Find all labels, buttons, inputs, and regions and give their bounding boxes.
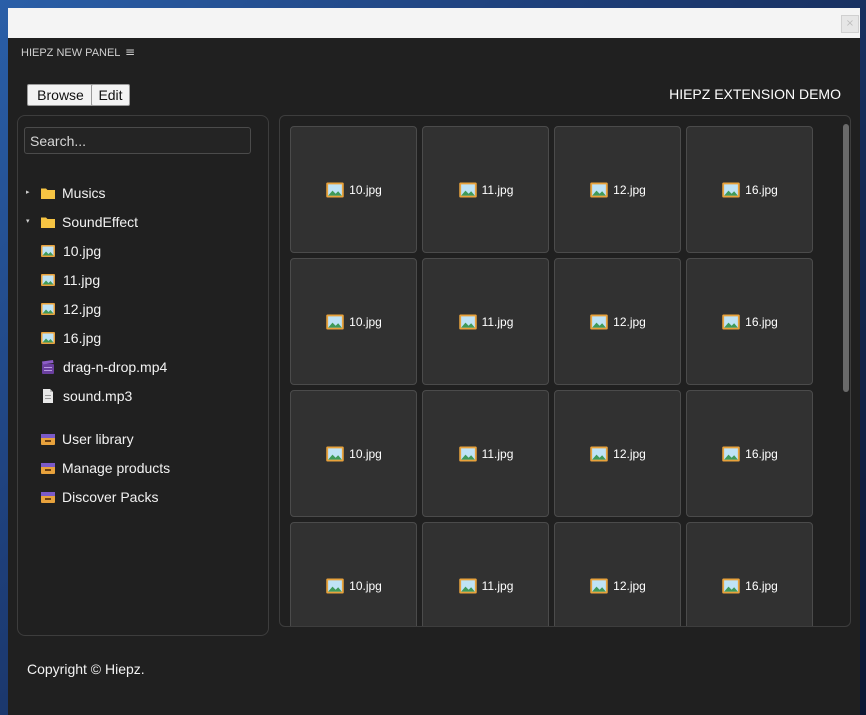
file-tile-label: 12.jpg	[613, 446, 646, 461]
search-input[interactable]	[24, 127, 251, 154]
image-file-icon	[458, 314, 477, 329]
sidebar: ▸ Musics ▾ SoundEffect 10.jpg 11.jpg 12.…	[17, 115, 269, 636]
image-file-icon	[458, 446, 477, 461]
tree-file-sound-mp3[interactable]: sound.mp3	[18, 385, 258, 407]
image-file-icon	[590, 314, 608, 329]
image-file-icon	[722, 182, 740, 197]
document-icon	[43, 389, 53, 403]
file-tile[interactable]: 10.jpg	[290, 390, 417, 517]
image-file-icon	[722, 446, 740, 461]
image-file-icon	[41, 332, 55, 344]
tree-file-12-jpg[interactable]: 12.jpg	[18, 298, 258, 320]
image-file-icon	[41, 245, 55, 257]
browse-button[interactable]: Browse	[27, 84, 94, 106]
folder-icon	[41, 217, 55, 228]
file-tile-label: 11.jpg	[481, 182, 514, 197]
file-grid-panel: 10.jpg 11.jpg 12.jpg 16.jpg 10.jpg 11.jpg 12.j…	[279, 115, 851, 627]
image-file-icon	[590, 578, 608, 593]
image-file-icon	[326, 578, 344, 593]
scrollbar-thumb[interactable]	[843, 124, 849, 392]
file-tile-label: 16.jpg	[745, 314, 778, 329]
link-discover-packs[interactable]: Discover Packs	[18, 486, 258, 508]
caret-right-icon[interactable]: ▸	[26, 188, 30, 196]
file-tile[interactable]: 11.jpg	[422, 522, 549, 626]
file-grid: 10.jpg 11.jpg 12.jpg 16.jpg 10.jpg 11.jpg 12.j…	[290, 126, 813, 626]
extension-title: HIEPZ EXTENSION DEMO	[669, 86, 841, 102]
file-tile[interactable]: 11.jpg	[422, 126, 549, 253]
file-tile-label: 16.jpg	[745, 446, 778, 461]
link-user-library[interactable]: User library	[18, 428, 258, 450]
file-tile[interactable]: 12.jpg	[554, 522, 681, 626]
box-icon	[41, 463, 55, 474]
file-tile-label: 12.jpg	[613, 182, 646, 197]
edit-button[interactable]: Edit	[91, 84, 130, 106]
file-tile-label: 10.jpg	[349, 578, 382, 593]
file-tile[interactable]: 12.jpg	[554, 258, 681, 385]
tree-folder-musics[interactable]: ▸ Musics	[18, 182, 258, 204]
box-icon	[41, 492, 55, 503]
video-file-icon	[42, 360, 54, 374]
image-file-icon	[458, 182, 477, 197]
file-tile[interactable]: 11.jpg	[422, 258, 549, 385]
file-tile-label: 12.jpg	[613, 314, 646, 329]
image-file-icon	[590, 446, 608, 461]
file-tile-label: 16.jpg	[745, 578, 778, 593]
vertical-scrollbar[interactable]	[841, 116, 850, 626]
extension-window: × HIEPZ NEW PANEL ≡ Browse Edit HIEPZ EX…	[8, 8, 860, 715]
tree-folder-soundeffect[interactable]: ▾ SoundEffect	[18, 211, 258, 233]
folder-icon	[41, 188, 55, 199]
tree-label: 10.jpg	[63, 243, 102, 259]
file-tile[interactable]: 12.jpg	[554, 390, 681, 517]
title-bar: ×	[8, 8, 860, 38]
panel-title: HIEPZ NEW PANEL	[21, 47, 121, 59]
file-tile[interactable]: 11.jpg	[422, 390, 549, 517]
file-tile[interactable]: 12.jpg	[554, 126, 681, 253]
tree-label: sound.mp3	[63, 388, 133, 404]
image-file-icon	[458, 578, 477, 593]
image-file-icon	[590, 182, 608, 197]
tree-file-10-jpg[interactable]: 10.jpg	[18, 240, 258, 262]
tree-label: 11.jpg	[63, 272, 101, 288]
image-file-icon	[326, 446, 344, 461]
image-file-icon	[722, 314, 740, 329]
file-tile-label: 11.jpg	[481, 446, 514, 461]
link-manage-products[interactable]: Manage products	[18, 457, 258, 479]
file-tile-label: 10.jpg	[349, 182, 382, 197]
hamburger-menu-icon[interactable]: ≡	[125, 45, 135, 59]
tree-label: 12.jpg	[63, 301, 102, 317]
file-tile-label: 10.jpg	[349, 446, 382, 461]
file-tile-label: 11.jpg	[481, 578, 514, 593]
tree-label: drag-n-drop.mp4	[63, 359, 168, 375]
tree-label: 16.jpg	[63, 330, 102, 346]
file-tile-label: 10.jpg	[349, 314, 382, 329]
image-file-icon	[722, 578, 740, 593]
link-label: Manage products	[62, 460, 171, 476]
file-tile[interactable]: 10.jpg	[290, 258, 417, 385]
tree-label: Musics	[62, 185, 106, 201]
file-tile[interactable]: 16.jpg	[686, 522, 813, 626]
file-tile[interactable]: 10.jpg	[290, 126, 417, 253]
tree-file-11-jpg[interactable]: 11.jpg	[18, 269, 258, 291]
link-label: Discover Packs	[62, 489, 159, 505]
image-file-icon	[41, 303, 55, 315]
file-tile-label: 16.jpg	[745, 182, 778, 197]
file-tile[interactable]: 16.jpg	[686, 390, 813, 517]
close-icon[interactable]: ×	[841, 15, 859, 33]
file-tile-label: 11.jpg	[481, 314, 514, 329]
image-file-icon	[326, 314, 344, 329]
link-label: User library	[62, 431, 134, 447]
tree-file-drag-n-drop-mp4[interactable]: drag-n-drop.mp4	[18, 356, 258, 378]
file-tile[interactable]: 10.jpg	[290, 522, 417, 626]
box-icon	[41, 434, 55, 445]
tree-file-16-jpg[interactable]: 16.jpg	[18, 327, 258, 349]
tree-label: SoundEffect	[62, 214, 139, 230]
image-file-icon	[41, 274, 55, 286]
image-file-icon	[326, 182, 344, 197]
file-tile-label: 12.jpg	[613, 578, 646, 593]
file-tile[interactable]: 16.jpg	[686, 258, 813, 385]
file-tile[interactable]: 16.jpg	[686, 126, 813, 253]
copyright-text: Copyright © Hiepz.	[27, 661, 145, 677]
caret-down-icon[interactable]: ▾	[26, 217, 30, 225]
